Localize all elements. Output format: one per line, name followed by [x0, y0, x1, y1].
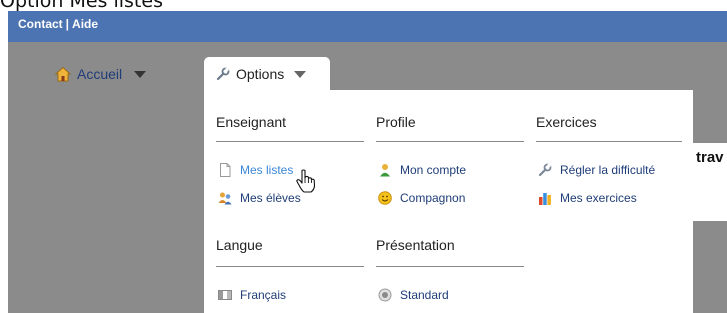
- menu-divider: [216, 141, 364, 142]
- users-icon: [218, 191, 232, 205]
- menu-item-standard[interactable]: Standard: [378, 288, 449, 302]
- bar-chart-icon: [538, 191, 552, 205]
- menu-divider: [216, 266, 364, 267]
- contact-link[interactable]: Contact: [18, 17, 63, 31]
- topbar-separator: |: [65, 17, 70, 31]
- menu-heading-enseignant: Enseignant: [216, 114, 287, 130]
- wrench-icon: [538, 163, 552, 177]
- smiley-icon: [378, 191, 392, 205]
- menu-divider: [376, 141, 524, 142]
- menu-heading-langue: Langue: [216, 237, 263, 253]
- options-dropdown-menu: Enseignant Mes listes Mes élèves Profile: [204, 90, 693, 313]
- nav-accueil[interactable]: Accueil: [54, 64, 147, 84]
- menu-item-label: Mon compte: [400, 163, 467, 177]
- home-icon: [54, 66, 72, 82]
- content-panel: trav: [693, 143, 727, 221]
- hand-cursor-icon: [295, 169, 317, 193]
- topbar-links: Contact | Aide: [18, 17, 98, 31]
- menu-item-label: Mes élèves: [240, 191, 301, 205]
- top-bar: Contact | Aide: [8, 11, 727, 42]
- menu-item-mes-exercices[interactable]: Mes exercices: [538, 191, 637, 205]
- menu-heading-exercices: Exercices: [536, 114, 597, 130]
- nav-options-label: Options: [236, 66, 285, 82]
- menu-item-mon-compte[interactable]: Mon compte: [378, 163, 466, 177]
- menu-heading-presentation: Présentation: [376, 237, 455, 253]
- chevron-down-icon: [294, 70, 307, 78]
- menu-item-francais[interactable]: Français: [218, 288, 286, 302]
- menu-item-label: Standard: [400, 288, 449, 302]
- menu-divider: [376, 266, 524, 267]
- radio-icon: [378, 288, 392, 302]
- nav-accueil-label: Accueil: [77, 66, 123, 82]
- menu-item-label: Compagnon: [400, 191, 466, 205]
- document-icon: [218, 163, 232, 177]
- menu-item-mes-eleves[interactable]: Mes élèves: [218, 191, 301, 205]
- chevron-down-icon: [134, 70, 147, 78]
- content-panel-text: trav: [696, 149, 724, 166]
- menu-divider: [536, 141, 682, 142]
- flag-fr-icon: [218, 288, 232, 302]
- menu-item-label: Mes listes: [240, 163, 294, 177]
- menu-heading-profile: Profile: [376, 114, 416, 130]
- menu-item-label: Français: [240, 288, 287, 302]
- aide-link[interactable]: Aide: [72, 17, 98, 31]
- menu-item-compagnon[interactable]: Compagnon: [378, 191, 465, 205]
- menu-item-label: Mes exercices: [560, 191, 637, 205]
- menu-item-regler-difficulte[interactable]: Régler la difficulté: [538, 163, 655, 177]
- nav-options-tab[interactable]: Options: [204, 57, 330, 91]
- wrench-icon: [216, 67, 230, 81]
- menu-item-mes-listes[interactable]: Mes listes: [218, 163, 293, 177]
- page-caption: Option Mes listes: [0, 0, 163, 11]
- menu-item-label: Régler la difficulté: [560, 163, 656, 177]
- user-icon: [378, 163, 392, 177]
